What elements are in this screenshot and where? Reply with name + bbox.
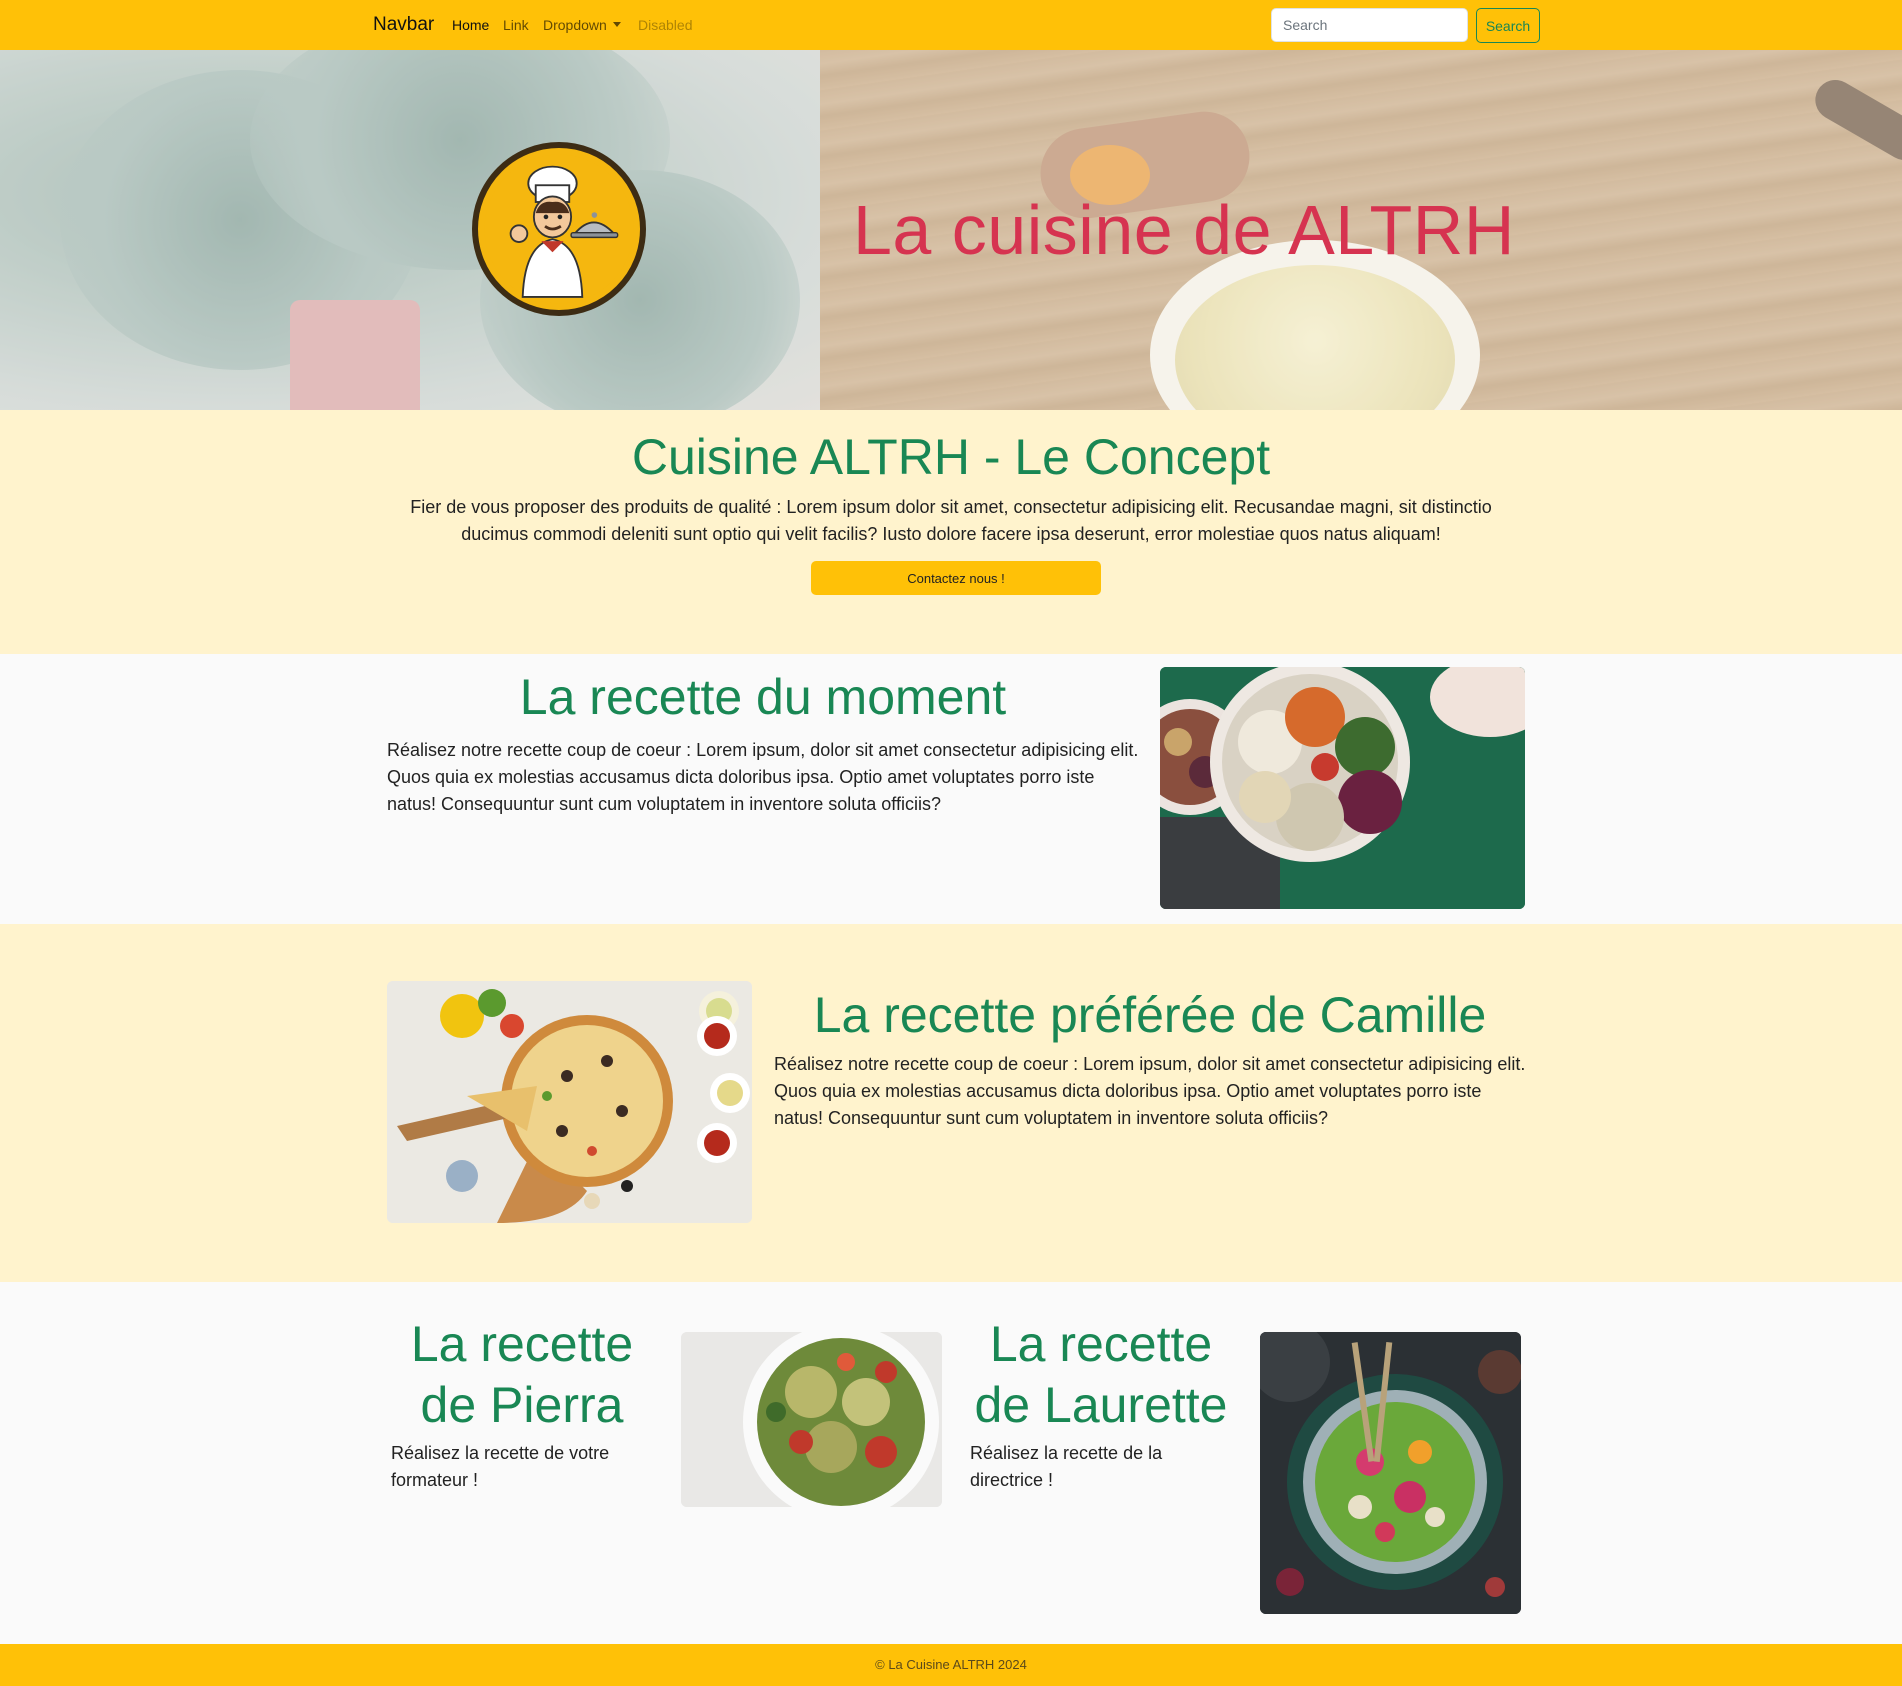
recipe-pierra-text: Réalisez la recette de votre formateur !	[391, 1443, 610, 1490]
chef-icon	[484, 154, 634, 304]
navbar: Navbar Home Link Dropdown Disabled Searc…	[0, 0, 1902, 50]
navbar-brand[interactable]: Navbar	[373, 14, 434, 36]
recipe-laurette-text: Réalisez la recette de la directrice !	[970, 1443, 1163, 1490]
search-input[interactable]	[1271, 8, 1468, 42]
concept-section: Cuisine ALTRH - Le Concept Fier de vous …	[0, 410, 1902, 654]
recipe-moment-text: Réalisez notre recette coup de coeur : L…	[387, 740, 1139, 814]
nav-link-link[interactable]: Link	[503, 17, 529, 33]
recipe-moment-title: La recette du moment	[519, 669, 1007, 725]
caret-down-icon	[612, 22, 621, 27]
poke-bowl-image	[1160, 667, 1525, 909]
recipe-laurette-title: La recette de Laurette	[974, 1316, 1228, 1433]
recipe-camille-title: La recette préférée de Camille	[813, 987, 1487, 1043]
contact-button[interactable]: Contactez nous !	[811, 561, 1101, 595]
hero-title: La cuisine de ALTRH	[853, 191, 1515, 269]
recipe-camille-section: La recette préférée de Camille Réalisez …	[0, 924, 1902, 1282]
pizza-image	[387, 981, 752, 1223]
recipe-moment-section: La recette du moment Réalisez notre rece…	[0, 654, 1902, 924]
recipe-pierra-title: La recette de Pierra	[410, 1316, 634, 1433]
footer: © La Cuisine ALTRH 2024	[0, 1644, 1902, 1686]
recipe-camille-text: Réalisez notre recette coup de coeur : L…	[774, 1054, 1526, 1128]
pasta-salad-image	[681, 1332, 942, 1507]
nav-dropdown[interactable]: Dropdown	[543, 17, 621, 33]
concept-text: Fier de vous proposer des produits de qu…	[410, 497, 1492, 544]
hero-banner: La cuisine de ALTRH	[0, 50, 1902, 410]
chef-logo	[472, 142, 646, 316]
nav-dropdown-label: Dropdown	[543, 17, 607, 33]
nav-link-disabled: Disabled	[638, 17, 693, 33]
concept-title: Cuisine ALTRH - Le Concept	[631, 429, 1271, 485]
green-bowl-image	[1260, 1332, 1521, 1614]
footer-copyright: © La Cuisine ALTRH 2024	[875, 1657, 1027, 1672]
nav-link-home[interactable]: Home	[452, 17, 489, 33]
search-button[interactable]: Search	[1476, 8, 1540, 43]
recipes-duo-section: La recette de Pierra Réalisez la recette …	[0, 1282, 1902, 1644]
